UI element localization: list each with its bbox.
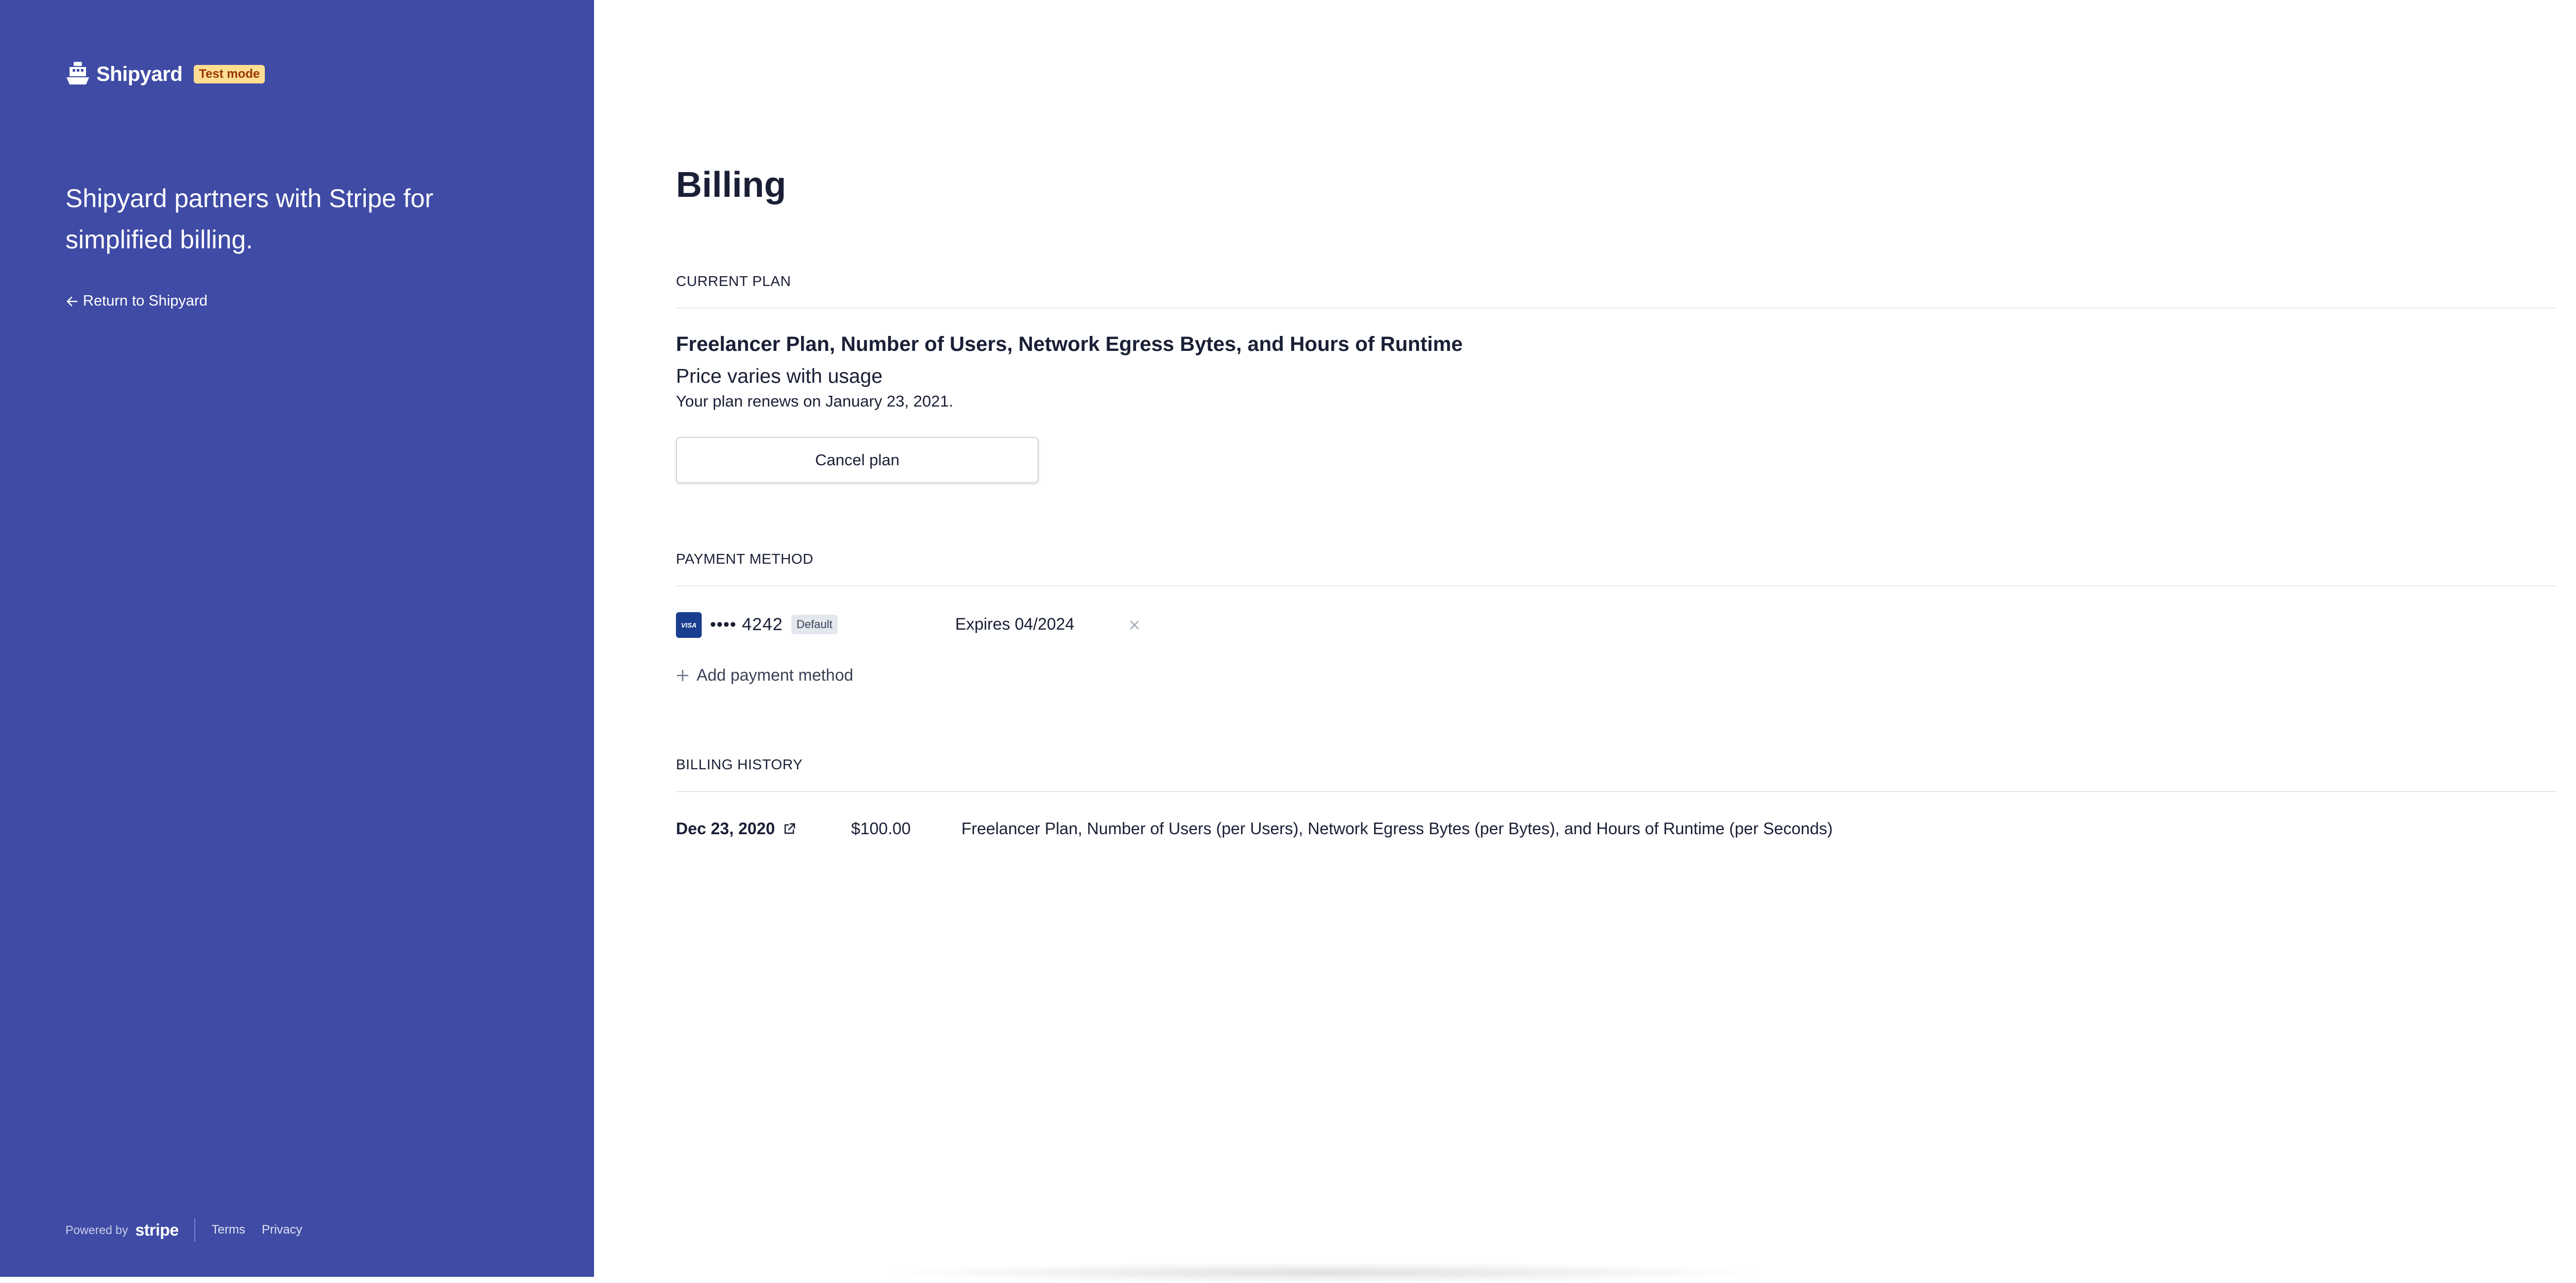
stripe-logo[interactable]: stripe: [135, 1221, 179, 1240]
table-row: Dec 23, 2020 $100.00 Freelancer Plan, Nu…: [676, 819, 2556, 842]
payment-method-row: VISA •••• 4242 Default Expires 04/2024: [676, 612, 1191, 638]
return-link-label: Return to Shipyard: [83, 293, 208, 309]
page-title: Billing: [676, 164, 786, 205]
brand-name: Shipyard: [96, 62, 183, 86]
powered-by-label: Powered by: [65, 1223, 128, 1237]
terms-link[interactable]: Terms: [212, 1223, 245, 1237]
plan-price: Price varies with usage: [676, 365, 883, 387]
invoice-date: Dec 23, 2020: [676, 819, 775, 838]
add-payment-method-label: Add payment method: [697, 666, 854, 684]
payment-method-heading: PAYMENT METHOD: [676, 551, 814, 567]
current-plan-heading: CURRENT PLAN: [676, 273, 791, 289]
bottom-shadow: [876, 1262, 1772, 1283]
privacy-link[interactable]: Privacy: [262, 1223, 302, 1237]
invoice-date-link[interactable]: Dec 23, 2020: [676, 819, 796, 838]
cancel-plan-button[interactable]: Cancel plan: [676, 437, 1039, 483]
brand[interactable]: Shipyard Test mode: [65, 61, 265, 88]
add-payment-method-button[interactable]: Add payment method: [676, 666, 853, 685]
arrow-left-icon: [66, 296, 78, 306]
sidebar-footer: Powered by stripe Terms Privacy: [65, 1219, 319, 1241]
footer-divider: [194, 1219, 195, 1241]
card-expiry: Expires 04/2024: [955, 615, 1075, 633]
sidebar: Shipyard Test mode Shipyard partners wit…: [0, 0, 594, 1277]
main-content: Billing CURRENT PLAN Freelancer Plan, Nu…: [676, 0, 2556, 1277]
close-icon[interactable]: [1128, 619, 1141, 631]
billing-history-divider: [676, 791, 2556, 792]
visa-card-icon: VISA: [676, 612, 702, 638]
external-link-icon: [784, 823, 795, 834]
invoice-amount: $100.00: [851, 819, 911, 838]
plan-renewal: Your plan renews on January 23, 2021.: [676, 392, 954, 410]
default-badge: Default: [791, 615, 838, 634]
plus-icon: [676, 669, 689, 681]
plan-name: Freelancer Plan, Number of Users, Networ…: [676, 333, 1463, 356]
return-link[interactable]: Return to Shipyard: [65, 293, 208, 310]
sidebar-tagline: Shipyard partners with Stripe for simpli…: [65, 184, 434, 254]
test-mode-badge: Test mode: [194, 65, 265, 83]
shipyard-logo-icon: [66, 62, 89, 85]
invoice-description: Freelancer Plan, Number of Users (per Us…: [961, 819, 1833, 838]
current-plan-divider: [676, 308, 2556, 309]
payment-method-divider: [676, 585, 2556, 586]
billing-history-heading: BILLING HISTORY: [676, 756, 803, 772]
card-number: •••• 4242: [710, 615, 783, 634]
